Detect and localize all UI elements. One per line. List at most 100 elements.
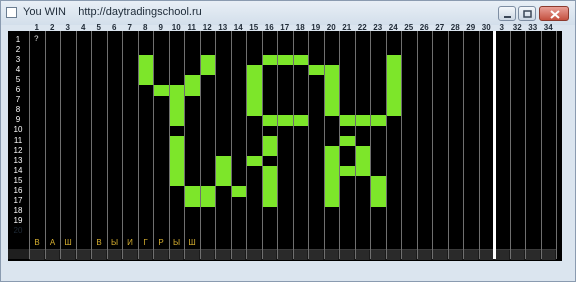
row-20-cell[interactable] — [386, 250, 400, 260]
minimize-button[interactable] — [498, 6, 516, 21]
row-20-cell[interactable] — [417, 250, 431, 260]
close-button[interactable] — [539, 6, 569, 21]
lit-cell — [386, 64, 401, 76]
lit-cell — [355, 145, 370, 157]
row-20-cell[interactable] — [138, 250, 152, 260]
row-20-cell[interactable] — [278, 250, 292, 260]
grid-column-divider — [168, 31, 170, 259]
lit-cell — [324, 105, 339, 116]
column-header: 11 — [187, 23, 196, 32]
row-header: 13 — [13, 155, 23, 165]
row-20-cell[interactable] — [495, 250, 509, 260]
row-20-cell[interactable] — [247, 250, 261, 260]
lit-cell — [324, 74, 339, 86]
lit-cell — [262, 115, 277, 126]
row19-letter: Р — [158, 238, 164, 247]
column-header: 7 — [127, 23, 132, 32]
column-header: 10 — [171, 23, 181, 32]
title-bar[interactable]: You WIN http://daytradingschool.ru — [1, 1, 575, 25]
grid-column-divider — [556, 31, 557, 259]
row-20-cell[interactable] — [371, 250, 385, 260]
lit-cell — [169, 165, 184, 177]
lit-cell — [324, 145, 339, 157]
grid-column-divider — [354, 31, 356, 259]
row-20-cell[interactable] — [340, 250, 354, 260]
lit-cell — [386, 54, 401, 66]
row-header: 12 — [13, 145, 23, 155]
lit-cell — [247, 95, 262, 106]
grid-column-divider — [540, 31, 542, 259]
row19-letter: И — [127, 238, 133, 247]
row19-letter: В — [34, 238, 40, 247]
lit-cell — [231, 186, 246, 197]
row-20-cell[interactable] — [200, 250, 214, 260]
row-20-cell[interactable] — [448, 250, 462, 260]
lit-cell — [185, 85, 200, 96]
lit-cell — [169, 115, 184, 126]
grid-column-divider — [122, 31, 123, 259]
row-20-cell[interactable] — [61, 250, 75, 260]
row19-letter: Г — [143, 238, 148, 247]
row-20-cell[interactable] — [510, 250, 524, 260]
column-header: 24 — [388, 23, 398, 32]
row-20-cell[interactable] — [45, 250, 59, 260]
lit-cell — [355, 115, 370, 126]
grid-column-divider — [75, 31, 77, 259]
row-20-cell[interactable] — [402, 250, 416, 260]
lit-cell — [293, 115, 308, 126]
row-20-cell[interactable] — [123, 250, 137, 260]
lit-cell — [138, 64, 153, 76]
row-20-cell[interactable] — [216, 250, 230, 260]
lit-cell — [355, 155, 370, 167]
row-20-cell[interactable] — [76, 250, 90, 260]
column-header: 5 — [96, 23, 101, 32]
row-20-cell[interactable] — [107, 250, 121, 260]
lit-cell — [371, 175, 386, 187]
row19-letter: Ш — [188, 238, 196, 247]
row-20-cell[interactable] — [154, 250, 168, 260]
row-20-cell[interactable] — [541, 250, 555, 260]
row-20-cell[interactable] — [309, 250, 323, 260]
lit-cell — [371, 186, 386, 197]
row-20-cell[interactable] — [526, 250, 540, 260]
row-20-cell[interactable] — [324, 250, 338, 260]
grid-column-divider — [60, 31, 61, 259]
row-20-cell[interactable] — [464, 250, 478, 260]
right-edge — [564, 31, 574, 261]
lit-cell — [154, 85, 169, 96]
row-20-cell[interactable] — [185, 250, 199, 260]
grid-column-divider — [493, 31, 496, 259]
lit-cell — [371, 196, 386, 207]
row-20-cell[interactable] — [30, 250, 44, 260]
row-20-cell[interactable] — [92, 250, 106, 260]
lit-cell — [200, 196, 215, 207]
row-20-cell[interactable] — [293, 250, 307, 260]
row-20-cell[interactable] — [355, 250, 369, 260]
lit-cell — [278, 115, 293, 126]
lit-cell — [200, 186, 215, 197]
column-header: 16 — [264, 23, 274, 32]
lit-cell — [216, 175, 231, 187]
lit-cell — [247, 85, 262, 96]
close-icon — [550, 10, 560, 19]
lit-cell — [138, 74, 153, 86]
row-20-cell[interactable] — [169, 250, 183, 260]
maximize-icon — [523, 10, 532, 18]
lit-cell — [200, 64, 215, 76]
row1-col1-cell-text: ? — [34, 35, 39, 44]
row19-letter: Ы — [172, 238, 181, 247]
maximize-button[interactable] — [518, 6, 536, 21]
row19-letter: Ш — [64, 238, 72, 247]
grid-column-divider — [215, 31, 216, 259]
lit-cell — [185, 186, 200, 197]
column-header: 27 — [435, 23, 445, 32]
grid-column-divider — [370, 31, 371, 259]
lit-cell — [169, 135, 184, 147]
row-20-cell[interactable] — [479, 250, 493, 260]
lit-cell — [185, 196, 200, 207]
lit-cell — [324, 186, 339, 197]
row-20-cell[interactable] — [262, 250, 276, 260]
row-20-cell[interactable] — [231, 250, 245, 260]
row-20-cell[interactable] — [433, 250, 447, 260]
column-header: 12 — [202, 23, 212, 32]
